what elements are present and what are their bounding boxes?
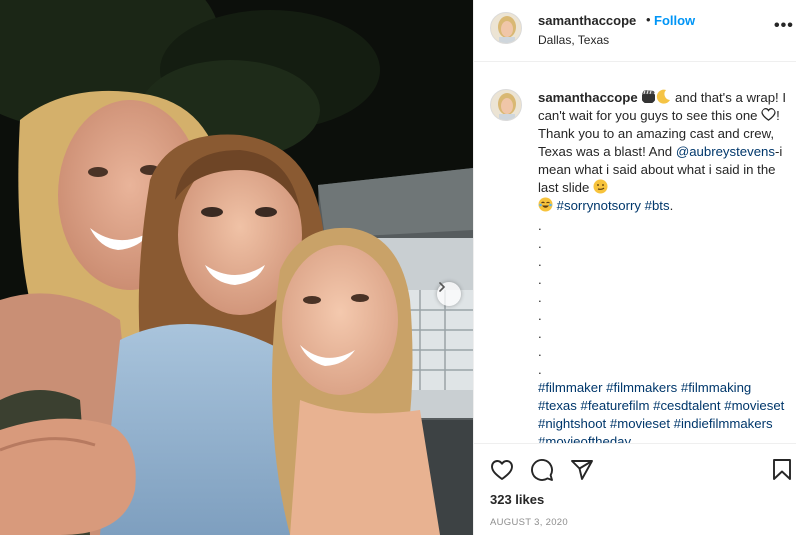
hashtag-link[interactable]: #nightshoot	[538, 416, 606, 431]
caption-avatar[interactable]	[490, 89, 522, 121]
hashtag-link[interactable]: #movieset	[610, 416, 670, 431]
like-heart-icon[interactable]	[490, 458, 514, 482]
caption-text-4: .	[669, 198, 674, 213]
hashtag-list: #filmmaker #filmmakers #filmmaking #texa…	[538, 379, 788, 443]
caption-dot: .	[538, 272, 542, 287]
hashtag-link[interactable]: #cesdtalent	[653, 398, 720, 413]
profile-picture	[491, 90, 521, 120]
hashtag-link[interactable]: #movieoftheday	[538, 434, 631, 443]
clapper-board-icon	[642, 90, 656, 103]
caption-dot: .	[538, 218, 542, 233]
hashtag-link[interactable]: #featurefilm	[581, 398, 650, 413]
smirk-face-icon	[593, 179, 608, 194]
photo-illustration	[0, 0, 473, 535]
caption-dot: .	[538, 236, 542, 251]
caption-dots: . . . . . . . . .	[538, 217, 788, 379]
caption-dot: .	[538, 326, 542, 341]
comment-icon[interactable]	[530, 458, 554, 482]
avatar[interactable]	[490, 12, 522, 44]
follow-separator: •	[646, 12, 651, 27]
laughing-face-icon	[538, 197, 553, 212]
save-bookmark-icon[interactable]	[770, 458, 794, 482]
post-sidebar: samanthaccope • Follow Dallas, Texas •••…	[473, 0, 796, 535]
hashtag-link[interactable]: #filmmaking	[681, 380, 751, 395]
caption-dot: .	[538, 362, 542, 377]
post-actions: 323 likes AUGUST 3, 2020	[474, 443, 796, 535]
post-photo[interactable]	[0, 0, 473, 535]
post-date[interactable]: AUGUST 3, 2020	[490, 517, 568, 528]
hashtag-link[interactable]: #filmmakers	[606, 380, 677, 395]
heart-icon	[761, 107, 776, 121]
hashtag-link[interactable]: #movieset	[724, 398, 784, 413]
comments-section[interactable]: samanthaccope and that's a wrap! I can't…	[474, 62, 796, 443]
mention-link[interactable]: @aubreystevens	[676, 144, 775, 159]
post-caption: samanthaccope and that's a wrap! I can't…	[538, 89, 788, 443]
like-count[interactable]: 323 likes	[490, 492, 544, 507]
share-paper-plane-icon[interactable]	[570, 458, 594, 482]
crescent-moon-icon	[657, 89, 671, 104]
caption-dot: .	[538, 290, 542, 305]
hashtag-link[interactable]: #texas	[538, 398, 577, 413]
profile-picture	[491, 13, 521, 43]
more-options-button[interactable]: •••	[774, 18, 794, 34]
caption-dot: .	[538, 254, 542, 269]
hashtag-link[interactable]: #indiefilmmakers	[674, 416, 773, 431]
hashtag-link[interactable]: #filmmaker	[538, 380, 602, 395]
hashtag-link[interactable]: #bts	[645, 198, 670, 213]
hashtag-link[interactable]: #sorrynotsorry	[557, 198, 641, 213]
caption-dot: .	[538, 308, 542, 323]
caption-username[interactable]: samanthaccope	[538, 90, 638, 105]
post-author-username[interactable]: samanthaccope	[538, 13, 636, 28]
next-slide-button[interactable]	[437, 282, 461, 306]
chevron-right-icon	[439, 282, 446, 292]
post-header: samanthaccope • Follow Dallas, Texas •••	[474, 0, 796, 62]
post-location[interactable]: Dallas, Texas	[538, 33, 609, 47]
follow-button[interactable]: Follow	[654, 13, 695, 28]
caption-dot: .	[538, 344, 542, 359]
